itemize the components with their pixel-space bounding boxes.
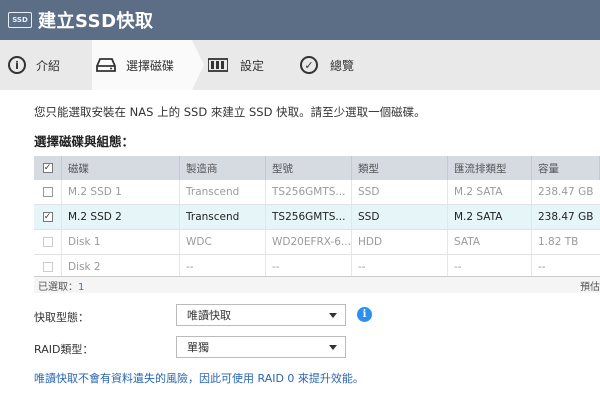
cache-mode-select[interactable]: 唯讀快取: [176, 304, 346, 326]
capacity: 1.82 TB: [538, 236, 579, 248]
row-checkbox-cell[interactable]: ✓: [34, 205, 62, 229]
row-checkbox-disabled: [42, 262, 53, 272]
row-checkbox-cell: [34, 230, 62, 254]
cache-note: 唯讀快取不會有資料遺失的風險，因此可使用 RAID 0 來提升效能。: [34, 372, 364, 385]
step-summary-label: 總覽: [330, 58, 355, 73]
raid-type-select[interactable]: 單獨: [176, 336, 346, 358]
window-title: 建立SSD快取: [38, 11, 154, 32]
cache-mode-value: 唯讀快取: [187, 309, 231, 322]
bus-type: SATA: [448, 230, 532, 254]
model: TS256GMTS...: [266, 205, 352, 229]
row-checkbox[interactable]: ✓: [42, 212, 53, 222]
table-header: ✓ 磁碟 製造商 型號 類型 匯流排類型 容量: [34, 156, 600, 180]
cache-mode-label: 快取型態：: [34, 311, 89, 324]
model: WD20EFRX-6...: [266, 230, 352, 254]
disk-type: SSD: [352, 205, 448, 229]
model: TS256GMTS...: [266, 180, 352, 204]
select-all-cell[interactable]: ✓: [34, 156, 62, 180]
active-step-arrow: [192, 40, 204, 90]
capacity: 238.47 GB: [538, 211, 594, 223]
bus-type: M.2 SATA: [448, 180, 532, 204]
table-row[interactable]: M.2 SSD 1 Transcend TS256GMTS... SSD M.2…: [34, 180, 600, 205]
disk-name: Disk 1: [62, 230, 180, 254]
table-footer: 已選取：1 預估: [34, 276, 600, 293]
step-settings-label: 設定: [240, 58, 265, 73]
preview-label: 預估: [580, 281, 600, 293]
step-summary: ✓ 總覽: [284, 40, 384, 90]
col-disk[interactable]: 磁碟: [62, 156, 180, 180]
chevron-down-icon: [329, 345, 337, 350]
step-intro: i 介紹: [0, 40, 92, 90]
selected-count-value: 1: [78, 281, 85, 293]
row-checkbox-disabled: [42, 237, 53, 247]
col-vendor[interactable]: 製造商: [180, 156, 266, 180]
check-circle-icon: ✓: [300, 56, 318, 74]
table-row: Disk 1 WDC WD20EFRX-6... HDD SATA 1.82 T…: [34, 230, 600, 255]
disk-type: HDD: [352, 230, 448, 254]
ssd-icon: SSD: [8, 12, 32, 28]
row-checkbox[interactable]: [42, 187, 53, 197]
section-title: 選擇磁碟與組態：: [34, 134, 135, 149]
disk-type: SSD: [352, 180, 448, 204]
col-model[interactable]: 型號: [266, 156, 352, 180]
raid-type-label: RAID類型：: [34, 343, 94, 356]
table-row[interactable]: ✓ M.2 SSD 2 Transcend TS256GMTS... SSD M…: [34, 205, 600, 230]
wizard-steps: i 介紹 選擇磁碟 設定 ✓ 總覽: [0, 40, 600, 90]
col-bus[interactable]: 匯流排類型: [448, 156, 532, 180]
row-checkbox-cell[interactable]: [34, 180, 62, 204]
step-settings: 設定: [192, 40, 284, 90]
vendor: WDC: [180, 230, 266, 254]
col-capacity[interactable]: 容量: [532, 156, 600, 180]
vendor: Transcend: [180, 205, 266, 229]
info-icon[interactable]: i: [357, 307, 372, 322]
disk-name: M.2 SSD 2: [62, 205, 180, 229]
settings-bars-icon: [208, 58, 228, 72]
instruction-text: 您只能選取安裝在 NAS 上的 SSD 來建立 SSD 快取。請至少選取一個磁碟…: [34, 105, 426, 119]
selected-count: 已選取：1: [34, 278, 84, 293]
select-all-checkbox[interactable]: ✓: [42, 163, 53, 173]
info-circle-icon: i: [8, 56, 26, 74]
disk-table: ✓ 磁碟 製造商 型號 類型 匯流排類型 容量 M.2 SSD 1 Transc…: [34, 156, 600, 280]
vendor: Transcend: [180, 180, 266, 204]
disk-drive-icon: [96, 58, 116, 72]
step-select-disk: 選擇磁碟: [92, 40, 204, 90]
col-type[interactable]: 類型: [352, 156, 448, 180]
title-bar: SSD 建立SSD快取: [0, 0, 600, 40]
disk-name: M.2 SSD 1: [62, 180, 180, 204]
bus-type: M.2 SATA: [448, 205, 532, 229]
capacity: 238.47 GB: [538, 186, 594, 198]
step-intro-label: 介紹: [36, 58, 61, 73]
chevron-down-icon: [329, 313, 337, 318]
step-select-disk-label: 選擇磁碟: [126, 58, 175, 73]
raid-type-value: 單獨: [187, 341, 209, 354]
selected-count-label: 已選取：: [38, 281, 78, 293]
